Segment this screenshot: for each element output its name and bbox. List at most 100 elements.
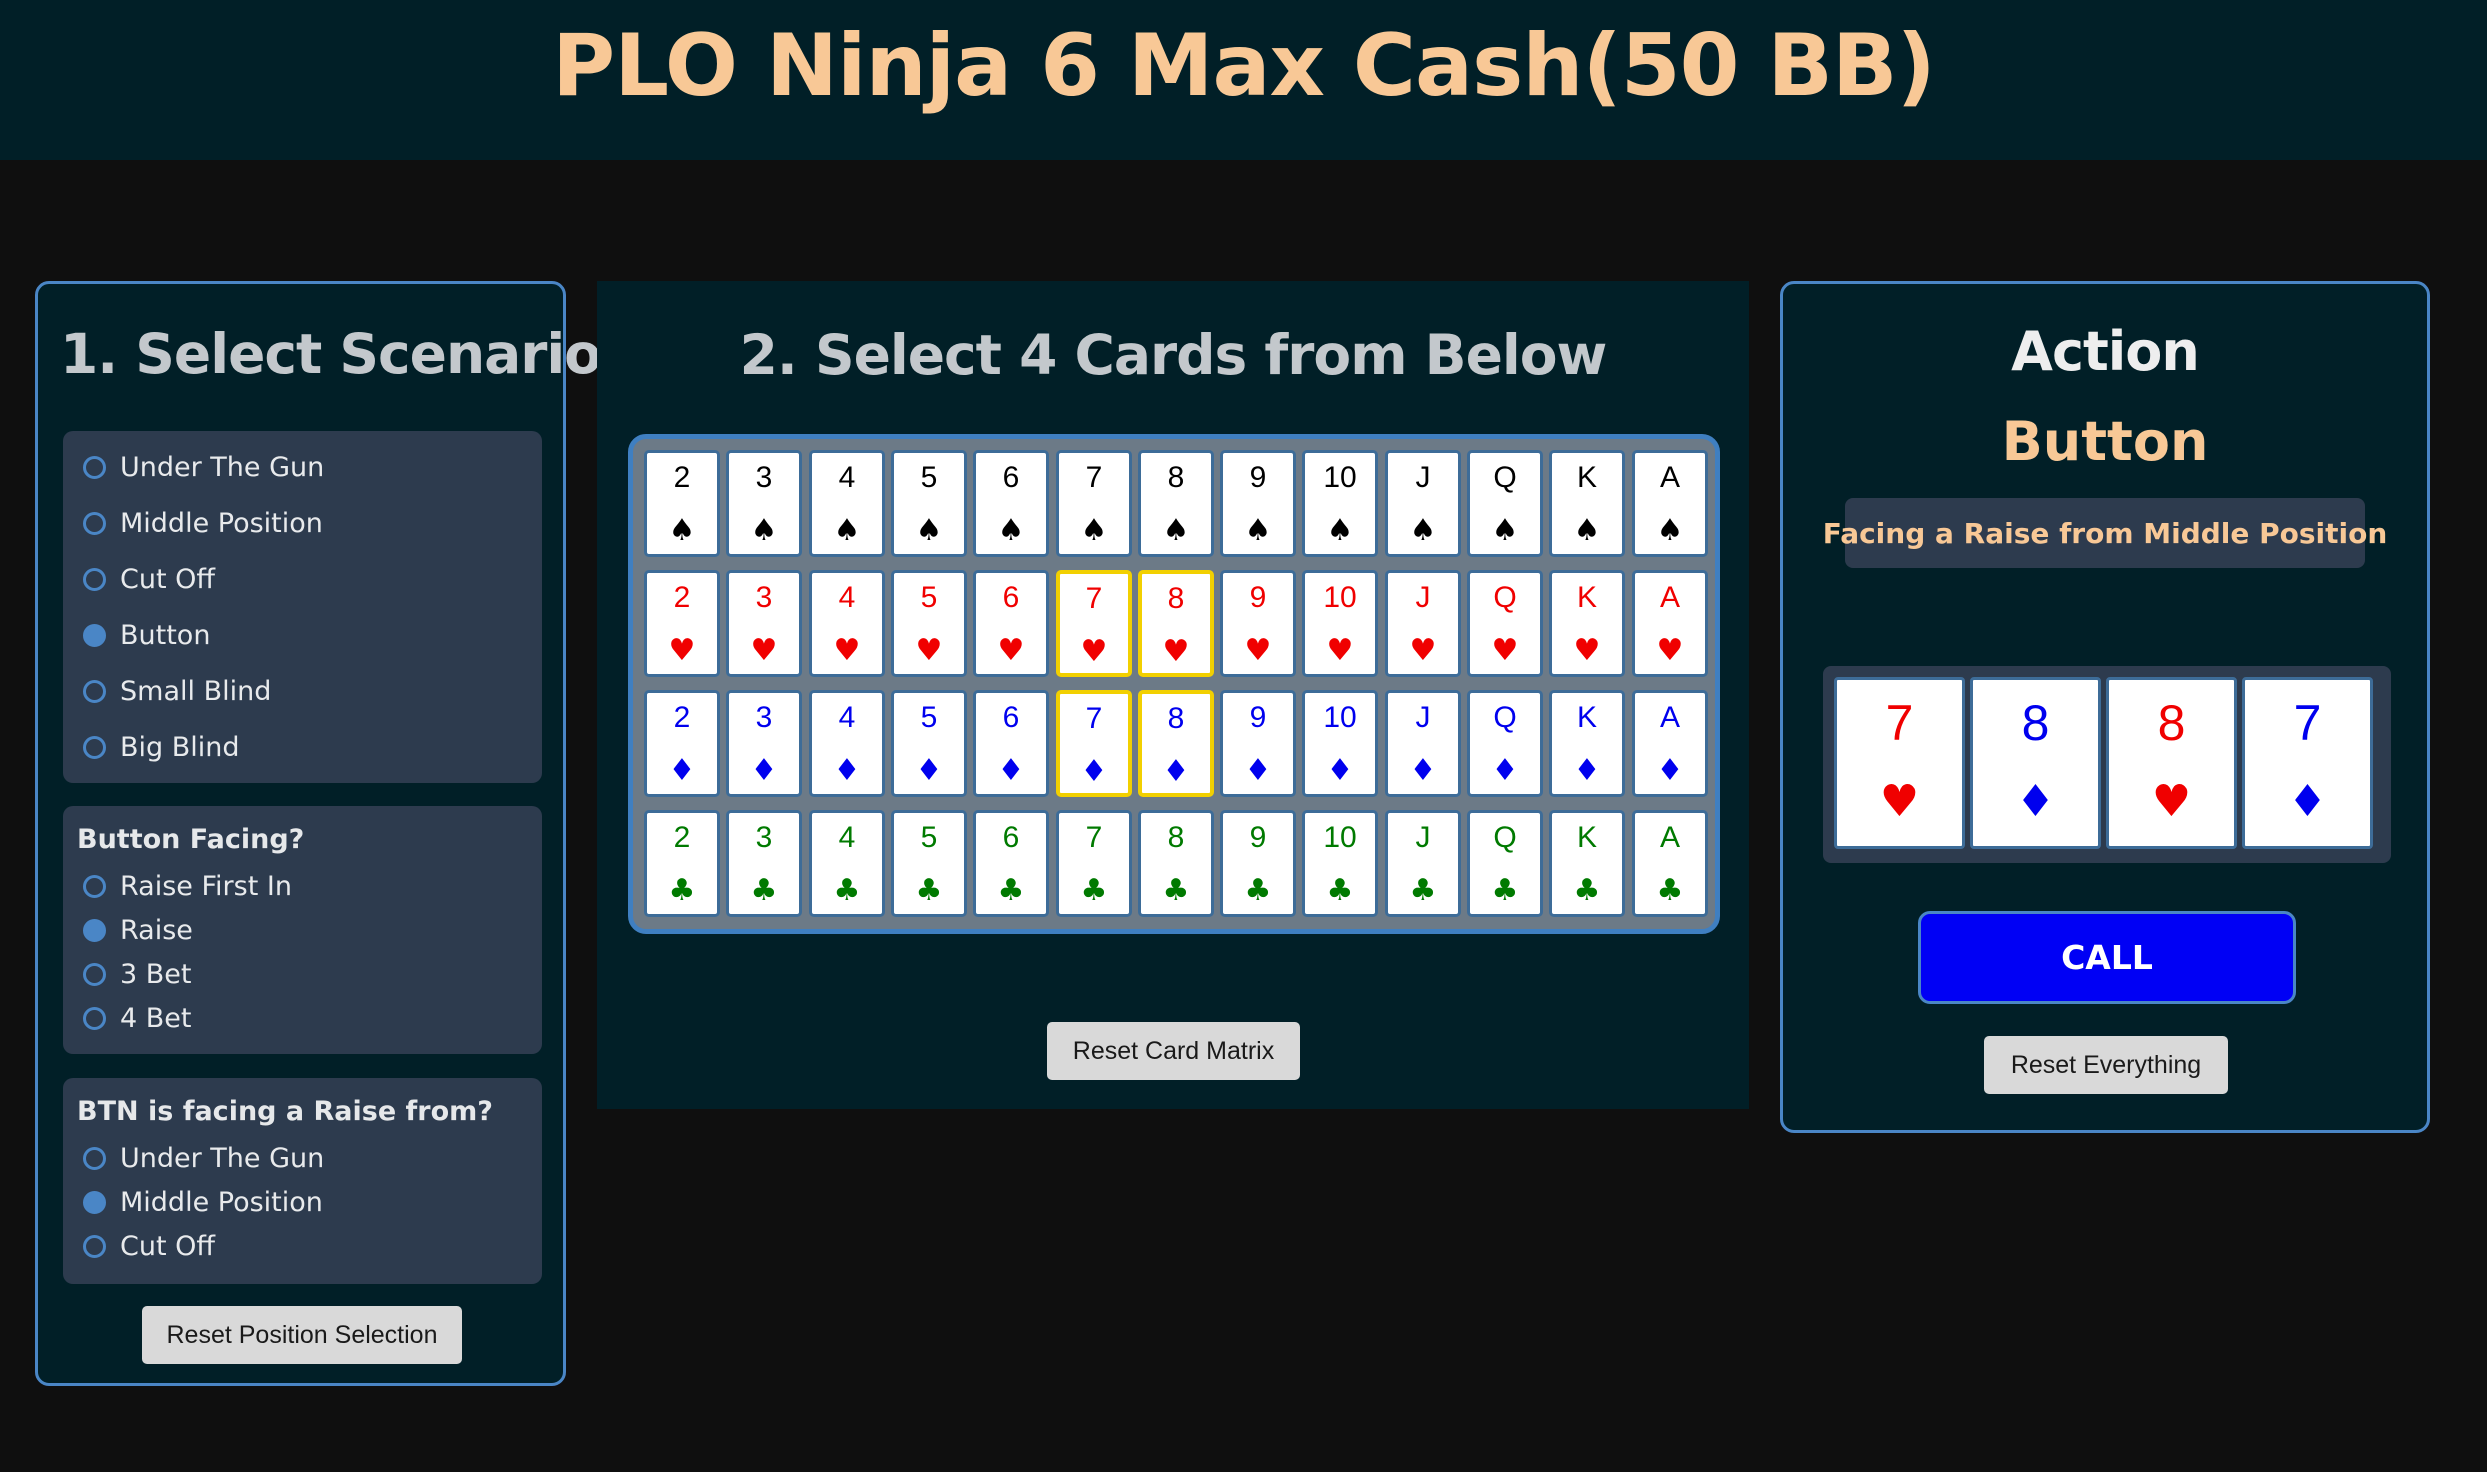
card-6-clubs[interactable]: 6 ♣ bbox=[973, 810, 1049, 917]
card-A-diamonds[interactable]: A ♦ bbox=[1632, 690, 1708, 797]
app-header: PLO Ninja 6 Max Cash(50 BB) bbox=[0, 0, 2487, 160]
action-title: Action bbox=[2011, 320, 2200, 383]
card-6-spades[interactable]: 6 ♠ bbox=[973, 450, 1049, 557]
card-4-spades[interactable]: 4 ♠ bbox=[809, 450, 885, 557]
card-Q-hearts[interactable]: Q ♥ bbox=[1467, 570, 1543, 677]
reset-card-matrix-button[interactable]: Reset Card Matrix bbox=[1047, 1022, 1300, 1080]
card-J-spades[interactable]: J ♠ bbox=[1385, 450, 1461, 557]
card-2-hearts[interactable]: 2 ♥ bbox=[644, 570, 720, 677]
radio-button[interactable] bbox=[83, 962, 106, 986]
heart-icon: ♥ bbox=[1491, 633, 1519, 668]
card-8-hearts[interactable]: 8 ♥ bbox=[1138, 570, 1214, 677]
radio-button[interactable] bbox=[83, 1006, 106, 1030]
card-2-diamonds[interactable]: 2 ♦ bbox=[644, 690, 720, 797]
card-3-hearts[interactable]: 3 ♥ bbox=[726, 570, 802, 677]
card-rank: 2 bbox=[673, 701, 691, 734]
card-rank: 3 bbox=[755, 701, 773, 734]
radio-facing-3-bet[interactable]: 3 Bet bbox=[83, 952, 191, 996]
card-7-clubs[interactable]: 7 ♣ bbox=[1056, 810, 1132, 917]
card-rank: 6 bbox=[1002, 461, 1020, 494]
radio-position-big-blind[interactable]: Big Blind bbox=[83, 725, 240, 769]
card-5-spades[interactable]: 5 ♠ bbox=[891, 450, 967, 557]
radio-button[interactable] bbox=[83, 735, 106, 759]
card-8-diamonds[interactable]: 8 ♦ bbox=[1138, 690, 1214, 797]
card-4-clubs[interactable]: 4 ♣ bbox=[809, 810, 885, 917]
card-K-diamonds[interactable]: K ♦ bbox=[1549, 690, 1625, 797]
card-7-diamonds[interactable]: 7 ♦ bbox=[1056, 690, 1132, 797]
card-2-clubs[interactable]: 2 ♣ bbox=[644, 810, 720, 917]
radio-raise-from-middle-position[interactable]: Middle Position bbox=[83, 1180, 323, 1224]
radio-button[interactable] bbox=[83, 511, 106, 535]
card-5-diamonds[interactable]: 5 ♦ bbox=[891, 690, 967, 797]
spade-icon: ♠ bbox=[915, 513, 943, 548]
card-7-spades[interactable]: 7 ♠ bbox=[1056, 450, 1132, 557]
radio-button[interactable] bbox=[83, 455, 106, 479]
card-rank: J bbox=[1415, 821, 1431, 854]
radio-button[interactable] bbox=[83, 874, 106, 898]
radio-button-checked[interactable] bbox=[83, 1190, 106, 1214]
card-Q-diamonds[interactable]: Q ♦ bbox=[1467, 690, 1543, 797]
radio-position-middle-position[interactable]: Middle Position bbox=[83, 501, 323, 545]
card-9-diamonds[interactable]: 9 ♦ bbox=[1220, 690, 1296, 797]
radio-facing-raise-first-in[interactable]: Raise First In bbox=[83, 864, 292, 908]
radio-button-checked[interactable] bbox=[83, 623, 106, 647]
card-K-hearts[interactable]: K ♥ bbox=[1549, 570, 1625, 677]
card-10-clubs[interactable]: 10 ♣ bbox=[1302, 810, 1378, 917]
call-action-button[interactable]: CALL bbox=[1918, 911, 2296, 1004]
card-10-hearts[interactable]: 10 ♥ bbox=[1302, 570, 1378, 677]
club-icon: ♣ bbox=[750, 873, 778, 908]
spade-icon: ♠ bbox=[1162, 513, 1190, 548]
radio-facing-raise[interactable]: Raise bbox=[83, 908, 193, 952]
card-K-clubs[interactable]: K ♣ bbox=[1549, 810, 1625, 917]
spade-icon: ♠ bbox=[750, 513, 778, 548]
radio-button[interactable] bbox=[83, 567, 106, 591]
card-10-diamonds[interactable]: 10 ♦ bbox=[1302, 690, 1378, 797]
card-5-hearts[interactable]: 5 ♥ bbox=[891, 570, 967, 677]
card-3-spades[interactable]: 3 ♠ bbox=[726, 450, 802, 557]
card-rank: Q bbox=[1493, 581, 1517, 614]
radio-position-small-blind[interactable]: Small Blind bbox=[83, 669, 271, 713]
radio-position-button[interactable]: Button bbox=[83, 613, 210, 657]
radio-button[interactable] bbox=[83, 679, 106, 703]
card-9-spades[interactable]: 9 ♠ bbox=[1220, 450, 1296, 557]
card-A-spades[interactable]: A ♠ bbox=[1632, 450, 1708, 557]
card-J-hearts[interactable]: J ♥ bbox=[1385, 570, 1461, 677]
card-4-diamonds[interactable]: 4 ♦ bbox=[809, 690, 885, 797]
radio-button[interactable] bbox=[83, 1234, 106, 1258]
card-Q-spades[interactable]: Q ♠ bbox=[1467, 450, 1543, 557]
radio-label: Small Blind bbox=[120, 675, 272, 707]
card-3-diamonds[interactable]: 3 ♦ bbox=[726, 690, 802, 797]
card-3-clubs[interactable]: 3 ♣ bbox=[726, 810, 802, 917]
radio-position-under-the-gun[interactable]: Under The Gun bbox=[83, 445, 324, 489]
card-9-hearts[interactable]: 9 ♥ bbox=[1220, 570, 1296, 677]
card-Q-clubs[interactable]: Q ♣ bbox=[1467, 810, 1543, 917]
radio-facing-4-bet[interactable]: 4 Bet bbox=[83, 996, 191, 1040]
radio-button-checked[interactable] bbox=[83, 918, 106, 942]
radio-button[interactable] bbox=[83, 1146, 106, 1170]
card-2-spades[interactable]: 2 ♠ bbox=[644, 450, 720, 557]
radio-position-cut-off[interactable]: Cut Off bbox=[83, 557, 215, 601]
reset-everything-button[interactable]: Reset Everything bbox=[1984, 1036, 2228, 1094]
card-K-spades[interactable]: K ♠ bbox=[1549, 450, 1625, 557]
card-rank: 9 bbox=[1249, 821, 1267, 854]
card-5-clubs[interactable]: 5 ♣ bbox=[891, 810, 967, 917]
scenario-panel: 1. Select Scenario Under The Gun Middle … bbox=[35, 281, 602, 1386]
radio-raise-from-under-the-gun[interactable]: Under The Gun bbox=[83, 1136, 324, 1180]
card-6-diamonds[interactable]: 6 ♦ bbox=[973, 690, 1049, 797]
card-A-clubs[interactable]: A ♣ bbox=[1632, 810, 1708, 917]
card-10-spades[interactable]: 10 ♠ bbox=[1302, 450, 1378, 557]
card-J-diamonds[interactable]: J ♦ bbox=[1385, 690, 1461, 797]
card-A-hearts[interactable]: A ♥ bbox=[1632, 570, 1708, 677]
card-rank: 7 bbox=[1085, 702, 1103, 735]
card-9-clubs[interactable]: 9 ♣ bbox=[1220, 810, 1296, 917]
card-J-clubs[interactable]: J ♣ bbox=[1385, 810, 1461, 917]
card-4-hearts[interactable]: 4 ♥ bbox=[809, 570, 885, 677]
card-6-hearts[interactable]: 6 ♥ bbox=[973, 570, 1049, 677]
radio-label: 3 Bet bbox=[120, 958, 192, 990]
radio-raise-from-cut-off[interactable]: Cut Off bbox=[83, 1224, 215, 1268]
reset-position-button[interactable]: Reset Position Selection bbox=[142, 1306, 462, 1364]
card-8-clubs[interactable]: 8 ♣ bbox=[1138, 810, 1214, 917]
card-7-hearts[interactable]: 7 ♥ bbox=[1056, 570, 1132, 677]
card-8-spades[interactable]: 8 ♠ bbox=[1138, 450, 1214, 557]
card-rank: J bbox=[1415, 701, 1431, 734]
